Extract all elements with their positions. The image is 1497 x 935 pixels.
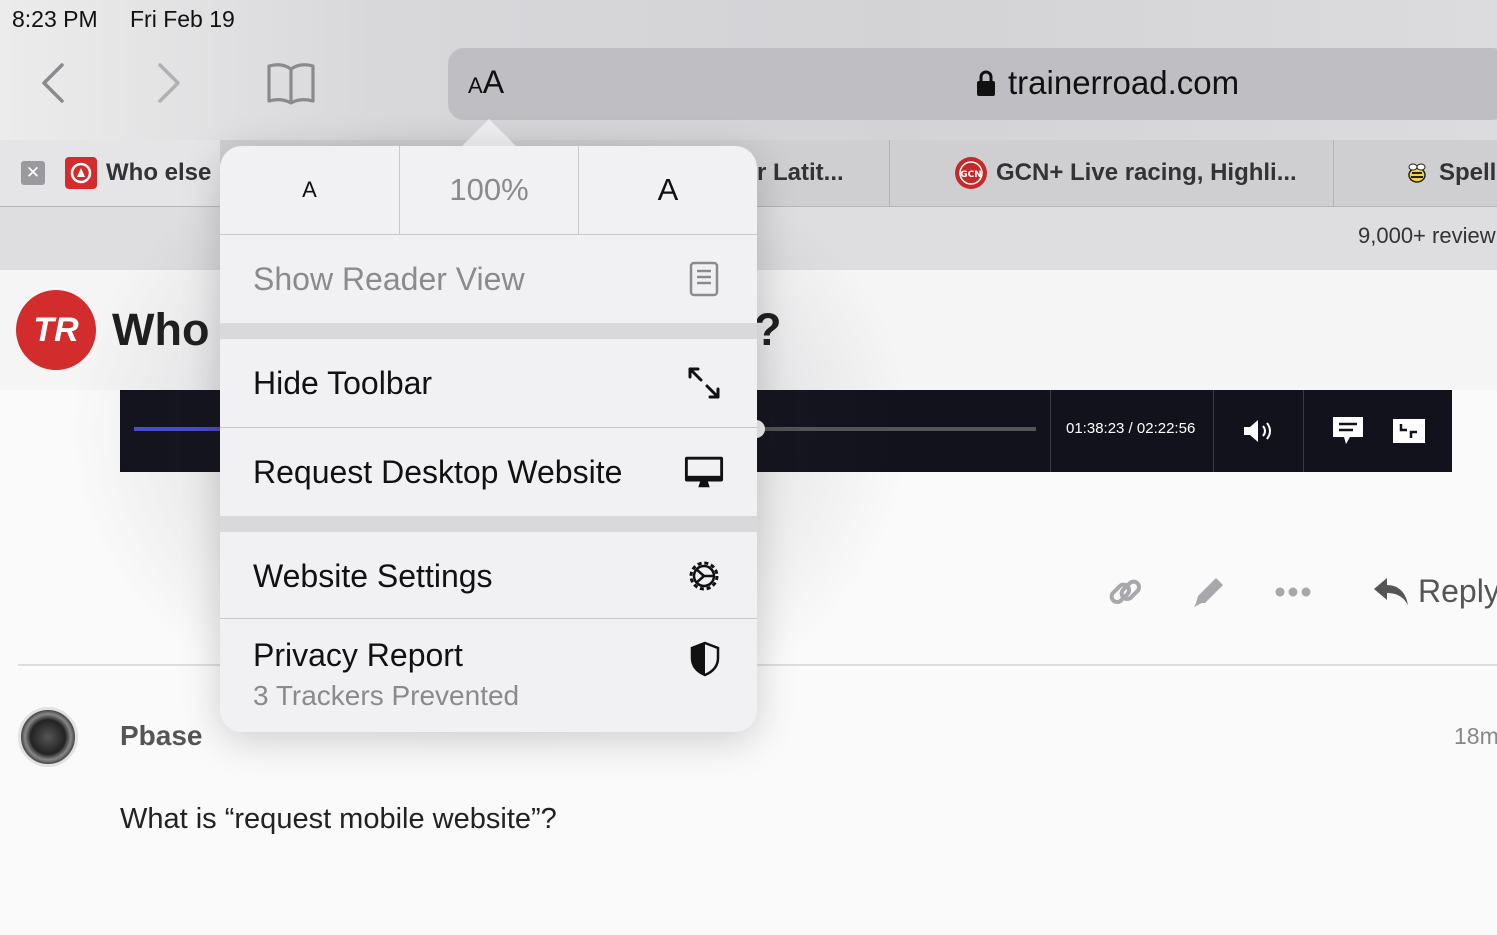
menu-section-gap	[220, 323, 757, 339]
tab-label: GCN+ Live racing, Highli...	[996, 159, 1297, 186]
menu-item-label: Request Desktop Website	[253, 453, 623, 490]
back-button[interactable]	[28, 58, 78, 108]
tab-label: Spell	[1439, 159, 1497, 186]
post-username[interactable]: Pbase	[120, 720, 203, 752]
url-text: trainerroad.com	[1008, 64, 1240, 101]
video-timecode: 01:38:23 / 02:22:56	[1066, 420, 1196, 437]
menu-item-label: Hide Toolbar	[253, 364, 433, 401]
menu-item-label: Show Reader View	[253, 260, 525, 297]
privacy-report-item[interactable]: Privacy Report 3 Trackers Prevented	[220, 619, 757, 732]
more-options-button[interactable]	[1274, 572, 1312, 612]
reply-button[interactable]: Reply	[1372, 573, 1497, 610]
book-icon	[267, 63, 315, 105]
menu-section-gap	[220, 516, 757, 532]
captions-button[interactable]	[1330, 414, 1366, 448]
captions-icon	[1333, 417, 1363, 444]
shield-icon	[690, 641, 720, 682]
tab-who-else[interactable]: ✕ Who else	[0, 140, 220, 206]
request-desktop-website-item[interactable]: Request Desktop Website	[220, 428, 757, 516]
bee-icon	[1404, 160, 1430, 186]
link-icon	[1109, 579, 1142, 605]
reader-view-icon	[684, 259, 724, 299]
volume-button[interactable]	[1241, 414, 1277, 448]
tab-latitude[interactable]: r Latit...	[757, 140, 889, 206]
topic-title[interactable]: Who	[112, 304, 209, 356]
tab-gcn[interactable]: GCN GCN+ Live racing, Highli...	[955, 140, 1333, 206]
reviews-count: 9,000+ review	[1358, 223, 1496, 248]
zoom-level[interactable]: 100%	[399, 146, 578, 234]
forward-button[interactable]	[144, 58, 194, 108]
show-reader-view-item[interactable]: Show Reader View	[220, 235, 757, 323]
tab-spelling-bee[interactable]: Spell	[1404, 140, 1497, 206]
tab-divider	[1333, 140, 1334, 206]
hide-toolbar-item[interactable]: Hide Toolbar	[220, 339, 757, 427]
zoom-controls: A 100% A	[220, 146, 757, 235]
gear-icon	[684, 556, 724, 596]
trainerroad-favicon-icon	[65, 157, 97, 189]
popover-arrow	[461, 119, 517, 147]
copy-link-button[interactable]	[1106, 572, 1144, 612]
tab-divider	[889, 140, 890, 206]
chevron-right-icon	[158, 63, 180, 103]
url-display[interactable]: trainerroad.com	[976, 64, 1239, 102]
menu-item-label: Privacy Report	[253, 637, 463, 673]
desktop-monitor-icon	[684, 452, 724, 492]
reply-label: Reply	[1418, 573, 1497, 609]
close-icon[interactable]: ✕	[21, 161, 45, 185]
status-time: 8:23 PM	[12, 6, 98, 32]
post-timestamp[interactable]: 18m	[1454, 723, 1497, 750]
svg-text:GCN: GCN	[960, 170, 982, 180]
reply-icon	[1374, 577, 1408, 605]
page-format-button[interactable]: AA	[468, 64, 504, 101]
ellipsis-icon	[1275, 587, 1311, 597]
bookmarks-button[interactable]	[266, 58, 316, 108]
tab-label: Who else	[106, 159, 212, 186]
pencil-icon	[1194, 578, 1223, 607]
address-bar[interactable]: AA trainerroad.com	[448, 48, 1497, 120]
chevron-left-icon	[42, 63, 64, 103]
page-format-menu: A 100% A Show Reader View Hide Toolbar R…	[220, 146, 757, 732]
menu-item-label: Website Settings	[253, 557, 493, 594]
divider	[1050, 390, 1051, 472]
trackers-prevented-count: 3 Trackers Prevented	[253, 680, 520, 711]
divider	[1303, 390, 1304, 472]
lock-icon	[977, 70, 995, 96]
expand-arrows-icon	[684, 363, 724, 403]
edit-button[interactable]	[1190, 572, 1228, 612]
trainerroad-logo[interactable]: TR	[16, 290, 96, 370]
website-settings-item[interactable]: Website Settings	[220, 532, 757, 620]
picture-in-picture-button[interactable]	[1391, 414, 1427, 448]
zoom-out-button[interactable]: A	[220, 146, 399, 234]
zoom-in-button[interactable]: A	[578, 146, 757, 234]
divider	[1213, 390, 1214, 472]
avatar[interactable]	[18, 707, 78, 767]
tab-label: r Latit...	[757, 159, 844, 186]
topic-title-end: ?	[754, 304, 782, 355]
gcn-favicon-icon: GCN	[955, 157, 987, 189]
volume-icon	[1244, 420, 1271, 442]
post-body: What is “request mobile website”?	[120, 803, 557, 835]
status-date: Fri Feb 19	[130, 6, 235, 32]
pip-icon	[1393, 419, 1425, 443]
